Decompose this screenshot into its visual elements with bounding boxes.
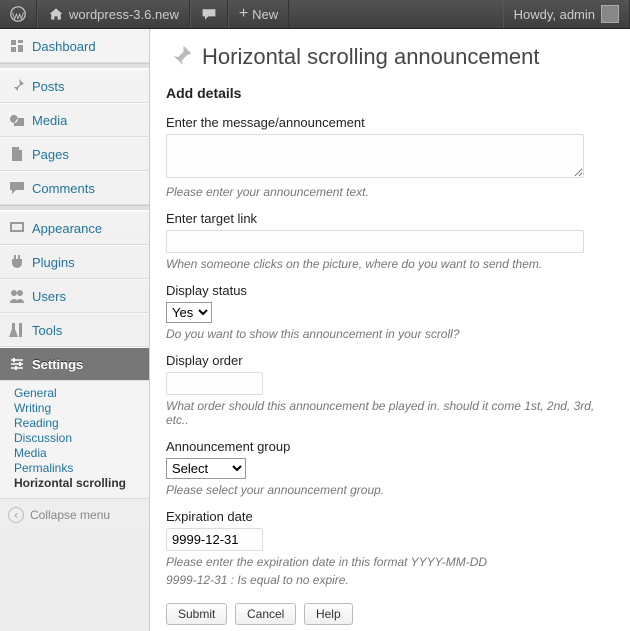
order-input[interactable] bbox=[166, 372, 263, 395]
sidebar-item-tools[interactable]: Tools bbox=[0, 314, 149, 346]
comments-icon bbox=[8, 179, 26, 197]
status-select[interactable]: Yes bbox=[166, 302, 212, 323]
sidebar-item-users[interactable]: Users bbox=[0, 280, 149, 312]
admin-sidebar: Dashboard Posts Media Pages Comments App… bbox=[0, 29, 150, 631]
message-hint: Please enter your announcement text. bbox=[166, 185, 614, 199]
users-icon bbox=[8, 287, 26, 305]
group-hint: Please select your announcement group. bbox=[166, 483, 614, 497]
settings-icon bbox=[8, 355, 26, 373]
main-content: Horizontal scrolling announcement Add de… bbox=[150, 29, 630, 631]
link-input[interactable] bbox=[166, 230, 584, 253]
settings-submenu: General Writing Reading Discussion Media… bbox=[0, 381, 149, 498]
group-label: Announcement group bbox=[166, 439, 614, 454]
home-icon bbox=[48, 6, 64, 22]
my-account-link[interactable]: Howdy, admin bbox=[503, 0, 630, 28]
status-hint: Do you want to show this announcement in… bbox=[166, 327, 614, 341]
avatar bbox=[601, 5, 619, 23]
site-name: wordpress-3.6.new bbox=[69, 7, 179, 22]
plugin-icon bbox=[8, 253, 26, 271]
wordpress-icon bbox=[10, 6, 26, 22]
order-label: Display order bbox=[166, 353, 614, 368]
tools-icon bbox=[8, 321, 26, 339]
sidebar-item-pages[interactable]: Pages bbox=[0, 138, 149, 170]
collapse-icon: ‹ bbox=[8, 507, 24, 523]
media-icon bbox=[8, 111, 26, 129]
pin-icon bbox=[8, 77, 26, 95]
expire-hint1: Please enter the expiration date in this… bbox=[166, 555, 614, 569]
message-label: Enter the message/announcement bbox=[166, 115, 614, 130]
sidebar-item-dashboard[interactable]: Dashboard bbox=[0, 30, 149, 62]
comments-link[interactable] bbox=[190, 0, 228, 28]
expire-label: Expiration date bbox=[166, 509, 614, 524]
group-select[interactable]: Select bbox=[166, 458, 246, 479]
page-icon bbox=[8, 145, 26, 163]
expire-input[interactable] bbox=[166, 528, 263, 551]
link-label: Enter target link bbox=[166, 211, 614, 226]
wp-logo[interactable] bbox=[0, 0, 37, 28]
expire-hint2: 9999-12-31 : Is equal to no expire. bbox=[166, 573, 614, 587]
section-heading: Add details bbox=[166, 85, 614, 101]
order-hint: What order should this announcement be p… bbox=[166, 399, 614, 427]
sidebar-item-appearance[interactable]: Appearance bbox=[0, 212, 149, 244]
site-name-link[interactable]: wordpress-3.6.new bbox=[37, 0, 190, 28]
dashboard-icon bbox=[8, 37, 26, 55]
page-title: Horizontal scrolling announcement bbox=[166, 43, 614, 71]
appearance-icon bbox=[8, 219, 26, 237]
submenu-horizontal-scrolling[interactable]: Horizontal scrolling bbox=[0, 472, 134, 494]
submit-button[interactable]: Submit bbox=[166, 603, 227, 625]
status-label: Display status bbox=[166, 283, 614, 298]
new-content-link[interactable]: + New bbox=[228, 0, 289, 28]
howdy-text: Howdy, admin bbox=[514, 7, 595, 22]
sidebar-item-settings[interactable]: Settings bbox=[0, 348, 149, 380]
sidebar-item-media[interactable]: Media bbox=[0, 104, 149, 136]
plus-icon: + bbox=[239, 6, 248, 22]
new-label: New bbox=[252, 7, 278, 22]
sidebar-item-posts[interactable]: Posts bbox=[0, 70, 149, 102]
message-textarea[interactable] bbox=[166, 134, 584, 178]
collapse-menu[interactable]: ‹ Collapse menu bbox=[0, 498, 149, 531]
admin-bar: wordpress-3.6.new + New Howdy, admin bbox=[0, 0, 630, 29]
comment-icon bbox=[201, 6, 217, 22]
help-button[interactable]: Help bbox=[304, 603, 353, 625]
sidebar-item-comments[interactable]: Comments bbox=[0, 172, 149, 204]
link-hint: When someone clicks on the picture, wher… bbox=[166, 257, 614, 271]
sidebar-item-plugins[interactable]: Plugins bbox=[0, 246, 149, 278]
pushpin-icon bbox=[166, 43, 194, 71]
cancel-button[interactable]: Cancel bbox=[235, 603, 296, 625]
